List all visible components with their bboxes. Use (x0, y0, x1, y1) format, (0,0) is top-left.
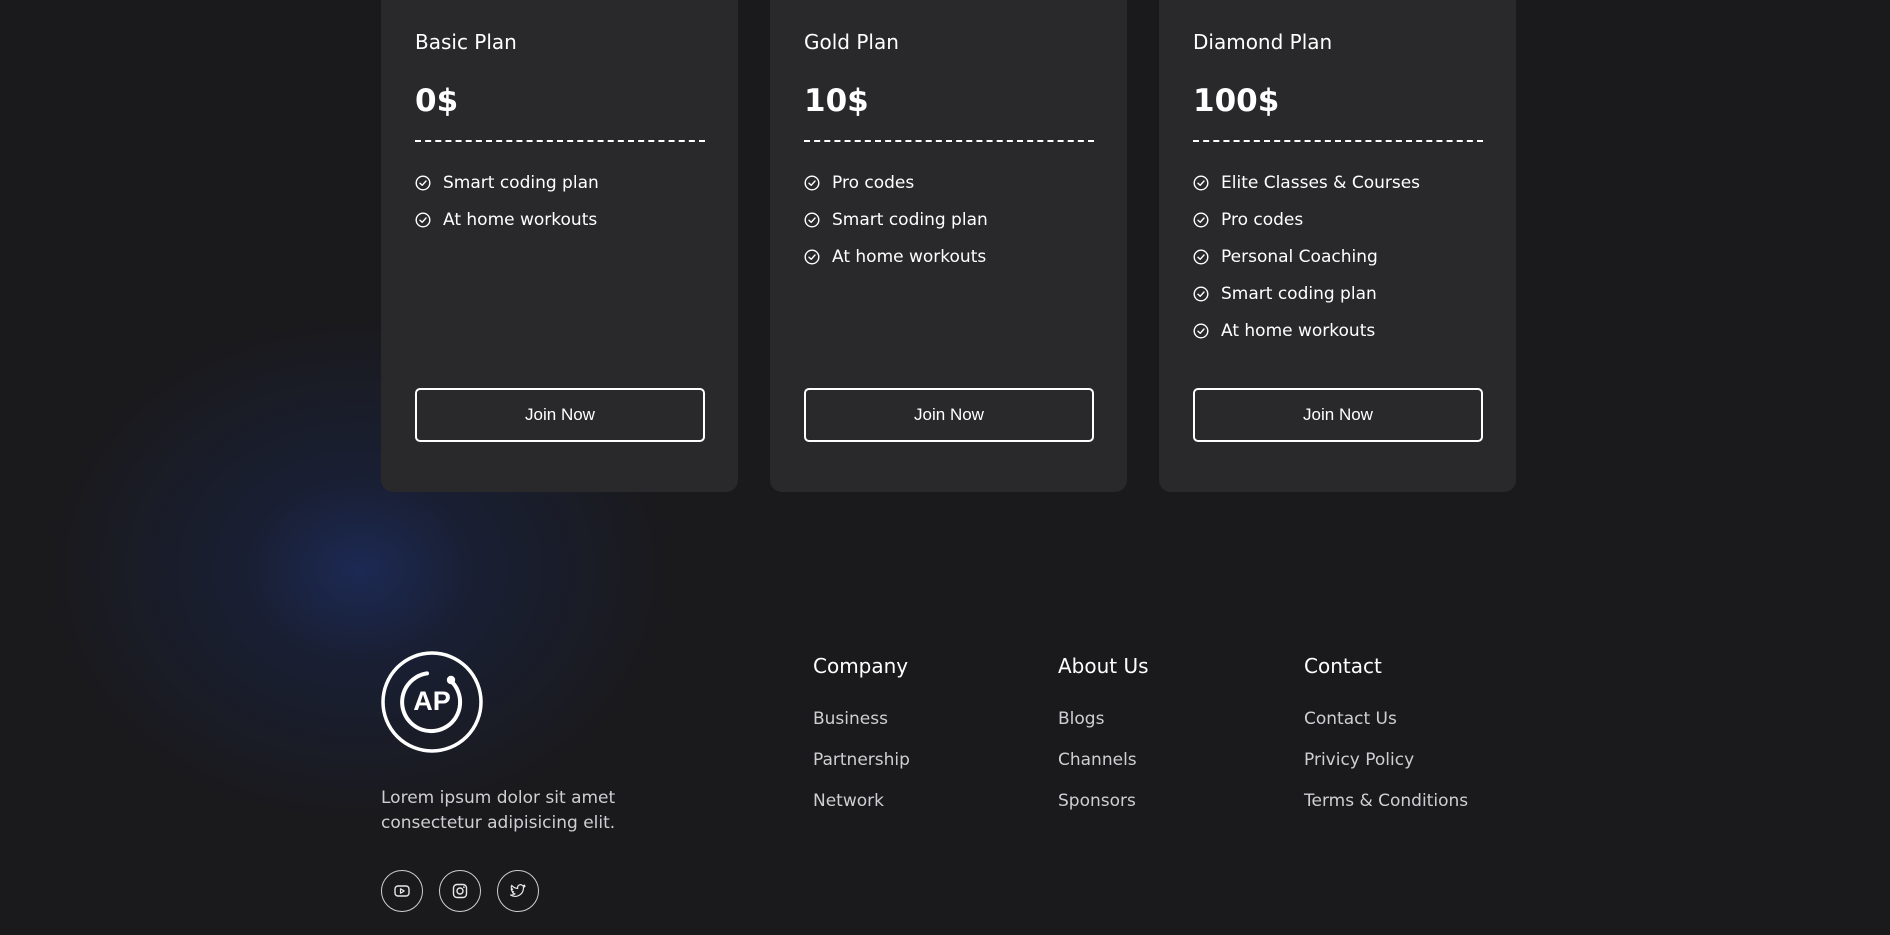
footer-link-contact-us[interactable]: Contact Us (1304, 709, 1468, 750)
plan-divider (804, 140, 1094, 142)
check-circle-icon (1193, 174, 1209, 191)
check-circle-icon (804, 211, 820, 228)
instagram-button[interactable] (439, 870, 481, 912)
logo-text: AP (413, 686, 451, 716)
plan-card-gold: Gold Plan 10$ Pro codes Smart coding pla… (770, 0, 1127, 492)
feature-label: Pro codes (832, 172, 915, 193)
footer-column-title: Contact (1304, 654, 1382, 678)
check-circle-icon (1193, 211, 1209, 228)
plan-card-basic: Basic Plan 0$ Smart coding plan At home … (381, 0, 738, 492)
footer-link-blogs[interactable]: Blogs (1058, 709, 1149, 750)
feature-list: Pro codes Smart coding plan At home work… (804, 164, 1093, 275)
footer-links: Business Partnership Network (813, 709, 910, 832)
plan-divider (415, 140, 705, 142)
feature-label: At home workouts (443, 209, 598, 230)
youtube-icon (394, 885, 410, 897)
feature-label: Pro codes (1221, 209, 1304, 230)
youtube-button[interactable] (381, 870, 423, 912)
check-circle-icon (804, 174, 820, 191)
footer-column-company: Company Business Partnership Network (813, 653, 910, 832)
footer-column-about: About Us Blogs Channels Sponsors (1058, 653, 1149, 832)
footer-link-channels[interactable]: Channels (1058, 750, 1149, 791)
join-now-button[interactable]: Join Now (804, 388, 1094, 442)
check-circle-icon (1193, 248, 1209, 265)
footer-link-network[interactable]: Network (813, 791, 910, 832)
feature-item: Personal Coaching (1193, 238, 1482, 275)
footer-brand: AP Lorem ipsum dolor sit amet consectetu… (381, 651, 721, 912)
footer-link-partnership[interactable]: Partnership (813, 750, 910, 791)
check-circle-icon (415, 211, 431, 228)
plan-name: Basic Plan (415, 30, 517, 54)
feature-item: At home workouts (415, 201, 704, 238)
footer-link-terms[interactable]: Terms & Conditions (1304, 791, 1468, 832)
feature-label: Elite Classes & Courses (1221, 172, 1421, 193)
feature-label: Smart coding plan (1221, 283, 1377, 304)
footer-column-contact: Contact Contact Us Privicy Policy Terms … (1304, 653, 1468, 832)
check-circle-icon (1193, 285, 1209, 302)
feature-item: Elite Classes & Courses (1193, 164, 1482, 201)
twitter-icon (510, 884, 526, 897)
plan-divider (1193, 140, 1483, 142)
brand-description: Lorem ipsum dolor sit amet consectetur a… (381, 788, 616, 833)
feature-item: At home workouts (804, 238, 1093, 275)
feature-item: At home workouts (1193, 312, 1482, 349)
feature-label: Smart coding plan (832, 209, 988, 230)
footer-column-title: About Us (1058, 654, 1149, 678)
join-now-button[interactable]: Join Now (415, 388, 705, 442)
feature-label: At home workouts (1221, 320, 1376, 341)
feature-list: Smart coding plan At home workouts (415, 164, 704, 238)
social-links (381, 870, 721, 912)
plan-price: 0$ (415, 83, 459, 119)
brand-logo[interactable]: AP (381, 651, 483, 753)
join-now-button[interactable]: Join Now (1193, 388, 1483, 442)
feature-label: Smart coding plan (443, 172, 599, 193)
footer-link-privacy-policy[interactable]: Privicy Policy (1304, 750, 1468, 791)
plan-card-diamond: Diamond Plan 100$ Elite Classes & Course… (1159, 0, 1516, 492)
pricing-plans: Basic Plan 0$ Smart coding plan At home … (381, 0, 1516, 492)
plan-name: Gold Plan (804, 30, 899, 54)
feature-item: Smart coding plan (1193, 275, 1482, 312)
footer-link-sponsors[interactable]: Sponsors (1058, 791, 1149, 832)
footer-links: Blogs Channels Sponsors (1058, 709, 1149, 832)
feature-item: Pro codes (1193, 201, 1482, 238)
footer-column-title: Company (813, 654, 909, 678)
instagram-icon (452, 883, 468, 899)
twitter-button[interactable] (497, 870, 539, 912)
plan-name: Diamond Plan (1193, 30, 1333, 54)
feature-item: Smart coding plan (804, 201, 1093, 238)
feature-item: Smart coding plan (415, 164, 704, 201)
footer-link-business[interactable]: Business (813, 709, 910, 750)
feature-label: Personal Coaching (1221, 246, 1378, 267)
feature-label: At home workouts (832, 246, 987, 267)
feature-list: Elite Classes & Courses Pro codes Person… (1193, 164, 1482, 349)
page: Basic Plan 0$ Smart coding plan At home … (0, 0, 1890, 935)
feature-item: Pro codes (804, 164, 1093, 201)
check-circle-icon (1193, 322, 1209, 339)
plan-price: 100$ (1193, 83, 1280, 119)
check-circle-icon (415, 174, 431, 191)
check-circle-icon (804, 248, 820, 265)
footer-links: Contact Us Privicy Policy Terms & Condit… (1304, 709, 1468, 832)
plan-price: 10$ (804, 83, 869, 119)
